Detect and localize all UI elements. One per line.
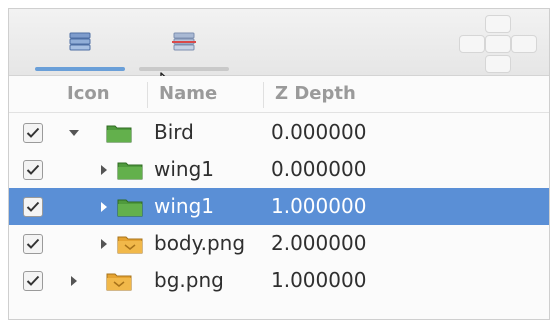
tab-layers[interactable] (35, 23, 125, 71)
checkmark-icon (26, 201, 40, 212)
layer-name: wing1 (154, 194, 215, 218)
layer-row-bird[interactable]: Bird 0.000000 (9, 114, 549, 151)
visibility-checkbox[interactable] (23, 123, 43, 143)
layer-name: Bird (154, 120, 194, 144)
layers-panel: Icon Name Z Depth Bird 0.000000 wing1 0.… (8, 8, 550, 320)
dock-block (511, 35, 537, 53)
checkmark-icon (26, 164, 40, 175)
layer-row-wing1[interactable]: wing1 0.000000 (9, 151, 549, 188)
image-layer-icon (106, 273, 132, 291)
layer-z-depth: 0.000000 (271, 157, 367, 181)
column-header-name[interactable]: Name (159, 76, 217, 112)
folder-icon (117, 162, 143, 180)
tab-inactive-indicator (139, 67, 229, 71)
visibility-checkbox[interactable] (23, 197, 43, 217)
layer-z-depth: 0.000000 (271, 120, 367, 144)
triangle-right-icon (101, 201, 107, 212)
layer-name: bg.png (154, 268, 224, 292)
column-header-depth[interactable]: Z Depth (275, 76, 356, 112)
panel-dock-handle[interactable] (459, 15, 537, 73)
expand-toggle[interactable] (67, 114, 81, 151)
expand-toggle[interactable] (67, 262, 81, 299)
tab-active-indicator (35, 67, 125, 71)
expand-toggle[interactable] (97, 225, 111, 262)
column-divider[interactable] (263, 82, 264, 108)
layers-icon (69, 32, 91, 51)
tab-disabled-layers[interactable] (139, 23, 229, 71)
layer-z-depth: 2.000000 (271, 231, 367, 255)
folder-icon (106, 125, 132, 143)
disabled-layers-icon (172, 32, 196, 51)
column-header-icon[interactable]: Icon (67, 76, 110, 112)
layer-name: body.png (154, 231, 246, 255)
expand-toggle[interactable] (97, 188, 111, 225)
layer-row-body-png[interactable]: body.png 2.000000 (9, 225, 549, 262)
triangle-down-icon (69, 129, 79, 136)
layer-row-wing1-selected[interactable]: wing1 1.000000 (9, 188, 549, 225)
expand-toggle[interactable] (97, 151, 111, 188)
image-layer-icon (117, 236, 143, 254)
triangle-right-icon (101, 164, 107, 175)
dock-block (485, 35, 511, 53)
layer-row-bg-png[interactable]: bg.png 1.000000 (9, 262, 549, 299)
layer-name: wing1 (154, 157, 215, 181)
checkmark-icon (26, 275, 40, 286)
layer-z-depth: 1.000000 (271, 268, 367, 292)
dock-block (485, 55, 511, 73)
checkmark-icon (26, 238, 40, 249)
visibility-checkbox[interactable] (23, 271, 43, 291)
visibility-checkbox[interactable] (23, 160, 43, 180)
layer-z-depth: 1.000000 (271, 194, 367, 218)
visibility-checkbox[interactable] (23, 234, 43, 254)
column-divider[interactable] (147, 82, 148, 108)
panel-toolbar (9, 9, 549, 76)
triangle-right-icon (101, 238, 107, 249)
dock-block (485, 15, 511, 33)
dock-block (459, 35, 485, 53)
column-header: Icon Name Z Depth (9, 76, 549, 113)
checkmark-icon (26, 127, 40, 138)
folder-icon (117, 199, 143, 217)
triangle-right-icon (71, 275, 77, 286)
